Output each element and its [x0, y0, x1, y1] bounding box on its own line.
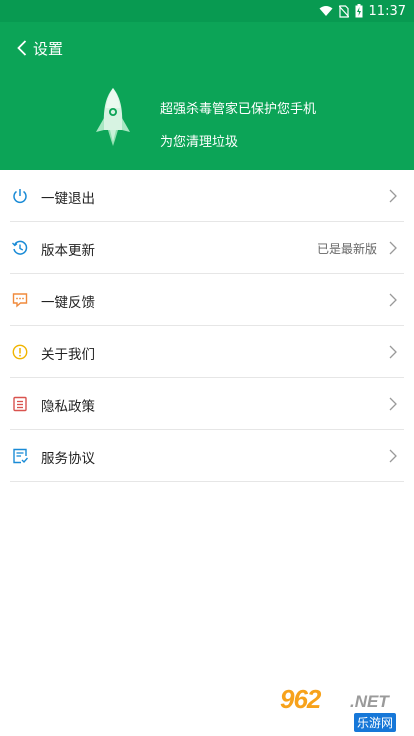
no-sim-icon	[338, 4, 349, 18]
site-watermark: 962 .NET 乐游网	[274, 684, 408, 732]
menu-item-label: 隐私政策	[41, 399, 95, 415]
menu-item-feedback[interactable]: 一键反馈	[10, 274, 404, 326]
menu-item-version-update[interactable]: 版本更新 已是最新版	[10, 222, 404, 274]
status-bar: 11:37	[0, 0, 414, 22]
watermark-site: 乐游网	[354, 713, 397, 732]
status-time: 11:37	[368, 3, 406, 19]
header-banner: 设置 超强杀毒管家已保护您手机 为您清理垃圾	[0, 22, 414, 170]
chevron-right-icon	[389, 189, 397, 203]
menu-item-exit[interactable]: 一键退出	[10, 170, 404, 222]
menu-item-label: 服务协议	[41, 451, 95, 467]
menu-item-label: 一键反馈	[41, 295, 95, 311]
wifi-icon	[319, 5, 333, 17]
promo-line1: 超强杀毒管家已保护您手机	[160, 102, 317, 117]
version-status: 已是最新版	[316, 242, 377, 256]
menu-item-service-agreement[interactable]: 服务协议	[10, 430, 404, 482]
watermark-brand: 962	[280, 684, 321, 714]
chevron-right-icon	[389, 241, 397, 255]
watermark-net: .NET	[350, 692, 389, 711]
info-icon	[12, 344, 28, 360]
chevron-left-icon	[17, 40, 27, 56]
feedback-chat-icon	[12, 293, 28, 308]
history-clock-icon	[12, 240, 28, 255]
chevron-right-icon	[389, 397, 397, 411]
chevron-right-icon	[389, 449, 397, 463]
page-title: 设置	[33, 40, 64, 58]
chevron-right-icon	[389, 293, 397, 307]
rocket-icon	[96, 88, 130, 146]
menu-item-label: 版本更新	[41, 243, 95, 259]
settings-menu: 一键退出 版本更新 已是最新版 一键反馈 关于我们 隐私政策 服务协议	[0, 170, 414, 482]
menu-item-label: 一键退出	[41, 191, 95, 207]
service-doc-icon	[13, 448, 28, 464]
menu-item-privacy-policy[interactable]: 隐私政策	[10, 378, 404, 430]
chevron-right-icon	[389, 345, 397, 359]
menu-item-label: 关于我们	[41, 347, 95, 363]
menu-item-about-us[interactable]: 关于我们	[10, 326, 404, 378]
battery-charging-icon	[355, 4, 363, 18]
privacy-list-icon	[13, 396, 27, 412]
back-button[interactable]	[12, 36, 32, 60]
power-icon	[13, 189, 27, 204]
promo-line2: 为您清理垃圾	[160, 135, 239, 150]
